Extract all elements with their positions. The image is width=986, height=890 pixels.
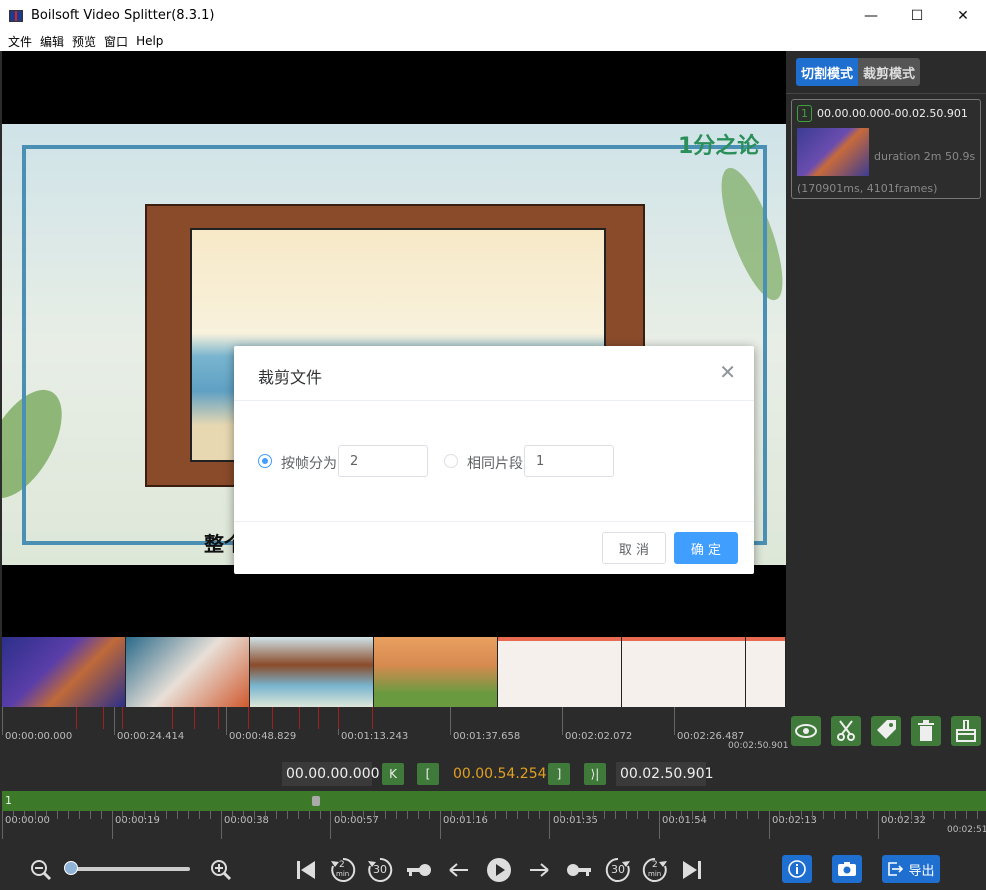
same-segments-label: 相同片段 bbox=[467, 456, 523, 472]
dialog-divider bbox=[234, 521, 754, 522]
dialog-title: 裁剪文件 bbox=[258, 368, 323, 387]
radio-same-segments[interactable] bbox=[444, 454, 458, 468]
same-segments-input[interactable]: 1 bbox=[524, 445, 614, 477]
split-by-frames-label: 按帧分为 bbox=[281, 456, 337, 472]
modal-overlay: 裁剪文件 ✕ 按帧分为 2 相同片段 1 取 消 确 定 bbox=[0, 0, 986, 890]
confirm-button[interactable]: 确 定 bbox=[674, 532, 738, 564]
radio-split-by-frames[interactable] bbox=[258, 454, 272, 468]
dialog-close-icon[interactable]: ✕ bbox=[719, 360, 736, 384]
trim-file-dialog: 裁剪文件 ✕ 按帧分为 2 相同片段 1 取 消 确 定 bbox=[234, 346, 754, 574]
app-window: Boilsoft Video Splitter(8.3.1) — ☐ ✕ 文件 … bbox=[0, 0, 986, 890]
cancel-button[interactable]: 取 消 bbox=[602, 532, 666, 564]
dialog-divider bbox=[234, 400, 754, 401]
split-by-frames-input[interactable]: 2 bbox=[338, 445, 428, 477]
